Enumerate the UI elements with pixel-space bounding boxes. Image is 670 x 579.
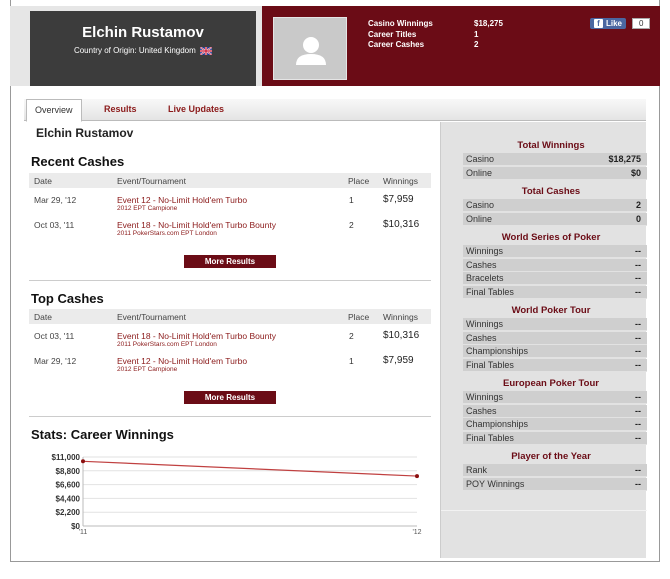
table-row: Oct 03, '11 Event 18 - No-Limit Hold'em … bbox=[34, 330, 420, 348]
section-divider bbox=[29, 280, 431, 281]
y-tick-label: $8,800 bbox=[56, 467, 81, 476]
tab-live-updates[interactable]: Live Updates bbox=[160, 99, 232, 121]
tab-bar: Overview Results Live Updates bbox=[24, 99, 646, 122]
y-tick-label: $2,200 bbox=[56, 508, 81, 517]
stats-sidebar: Total Winnings Casino $18,275 Online $0 Total… bbox=[440, 122, 647, 558]
tab-overview[interactable]: Overview bbox=[26, 99, 82, 122]
tab-results[interactable]: Results bbox=[96, 99, 145, 121]
stats-title: Stats: Career Winnings bbox=[31, 427, 174, 442]
facebook-like-button[interactable]: f Like bbox=[590, 18, 627, 29]
recent-cashes-header: Date Event/Tournament Place Winnings bbox=[29, 173, 431, 188]
sidebar-stat-row: Cashes -- bbox=[463, 258, 647, 272]
origin-text: Country of Origin: United Kingdom bbox=[73, 46, 196, 55]
country-of-origin: Country of Origin: United Kingdom bbox=[30, 46, 256, 55]
header-stat-career-titles: Career Titles 1 bbox=[368, 29, 479, 39]
sidebar-section-title: World Series of Poker bbox=[501, 232, 601, 243]
top-cashes-header: Date Event/Tournament Place Winnings bbox=[29, 309, 431, 324]
player-name-box: Elchin Rustamov Country of Origin: Unite… bbox=[30, 11, 256, 86]
event-series-link[interactable]: 2011 PokerStars.com EPT London bbox=[117, 230, 217, 237]
section-divider bbox=[29, 416, 431, 417]
winnings-series-line bbox=[82, 460, 418, 477]
event-series-link[interactable]: 2012 EPT Campione bbox=[117, 205, 177, 212]
header-stat-casino-winnings: Casino Winnings $18,275 bbox=[368, 19, 503, 28]
sidebar-stat-row: Casino $18,275 bbox=[463, 153, 647, 166]
data-point bbox=[415, 474, 419, 479]
sidebar-stat-row: Final Tables -- bbox=[463, 285, 647, 299]
sidebar-stat-row: Online 0 bbox=[463, 212, 647, 226]
x-tick-label: '12 bbox=[412, 529, 421, 536]
y-tick-label: $6,600 bbox=[56, 481, 81, 490]
sidebar-stat-row: Casino 2 bbox=[463, 199, 647, 212]
table-row: Mar 29, '12 Event 12 - No-Limit Hold'em … bbox=[34, 194, 414, 212]
like-count: 0 bbox=[632, 18, 651, 29]
sidebar-stat-row: Winnings -- bbox=[463, 245, 647, 258]
page-title: Elchin Rustamov bbox=[36, 126, 134, 140]
top-more-results-button[interactable]: More Results bbox=[184, 391, 276, 404]
sidebar-stat-row: Cashes -- bbox=[463, 404, 647, 418]
sidebar-divider bbox=[441, 510, 647, 511]
sidebar-stat-row: Winnings -- bbox=[463, 318, 647, 331]
facebook-like: f Like 0 bbox=[590, 18, 651, 29]
table-row: Oct 03, '11 Event 18 - No-Limit Hold'em … bbox=[34, 219, 420, 237]
event-series-link[interactable]: 2011 PokerStars.com EPT London bbox=[117, 341, 217, 348]
sidebar-section-title: Total Cashes bbox=[521, 186, 581, 197]
event-link[interactable]: Event 18 - No-Limit Hold'em Turbo Bounty bbox=[117, 331, 276, 341]
header-stat-career-cashes: Career Cashes 2 bbox=[368, 40, 479, 49]
sidebar-stat-row: Final Tables -- bbox=[463, 431, 647, 445]
table-row: Mar 29, '12 Event 12 - No-Limit Hold'em … bbox=[34, 355, 414, 373]
sidebar-stat-row: Rank -- bbox=[463, 464, 647, 477]
event-link[interactable]: Event 12 - No-Limit Hold'em Turbo bbox=[117, 195, 247, 205]
career-winnings-chart: $11,000$8,800$6,600$4,400$2,200$0'11'12 bbox=[52, 453, 422, 536]
facebook-icon: f bbox=[594, 19, 603, 28]
y-tick-label: $11,000 bbox=[52, 453, 81, 462]
sidebar-stat-row: Online $0 bbox=[463, 166, 647, 180]
recent-more-results-button[interactable]: More Results bbox=[184, 255, 276, 268]
sidebar-stat-row: Cashes -- bbox=[463, 331, 647, 345]
recent-cashes-title: Recent Cashes bbox=[31, 154, 125, 169]
top-cashes-title: Top Cashes bbox=[31, 291, 104, 306]
uk-flag-icon bbox=[200, 46, 213, 55]
sidebar-section-title: European Poker Tour bbox=[503, 378, 599, 389]
event-link[interactable]: Event 18 - No-Limit Hold'em Turbo Bounty bbox=[117, 220, 276, 230]
player-header: Elchin Rustamov Country of Origin: Unite… bbox=[10, 6, 660, 86]
x-tick-label: '11 bbox=[79, 529, 88, 536]
user-silhouette-icon bbox=[296, 37, 326, 65]
sidebar-stat-row: POY Winnings -- bbox=[463, 477, 647, 491]
player-avatar bbox=[273, 17, 347, 80]
event-series-link[interactable]: 2012 EPT Campione bbox=[117, 366, 177, 373]
y-tick-label: $4,400 bbox=[56, 494, 81, 503]
player-name: Elchin Rustamov bbox=[82, 24, 204, 41]
sidebar-stat-row: Winnings -- bbox=[463, 391, 647, 404]
sidebar-stat-row: Championships -- bbox=[463, 345, 647, 358]
data-point bbox=[81, 459, 85, 464]
sidebar-section-title: Player of the Year bbox=[511, 451, 591, 462]
sidebar-section-title: Total Winnings bbox=[517, 140, 585, 151]
sidebar-stat-row: Bracelets -- bbox=[463, 272, 647, 285]
sidebar-stat-row: Championships -- bbox=[463, 418, 647, 431]
sidebar-stat-row: Final Tables -- bbox=[463, 358, 647, 372]
event-link[interactable]: Event 12 - No-Limit Hold'em Turbo bbox=[117, 356, 247, 366]
sidebar-section-title: World Poker Tour bbox=[511, 305, 591, 316]
header-stats: Casino Winnings $18,275 Career Titles 1 … bbox=[368, 19, 503, 51]
